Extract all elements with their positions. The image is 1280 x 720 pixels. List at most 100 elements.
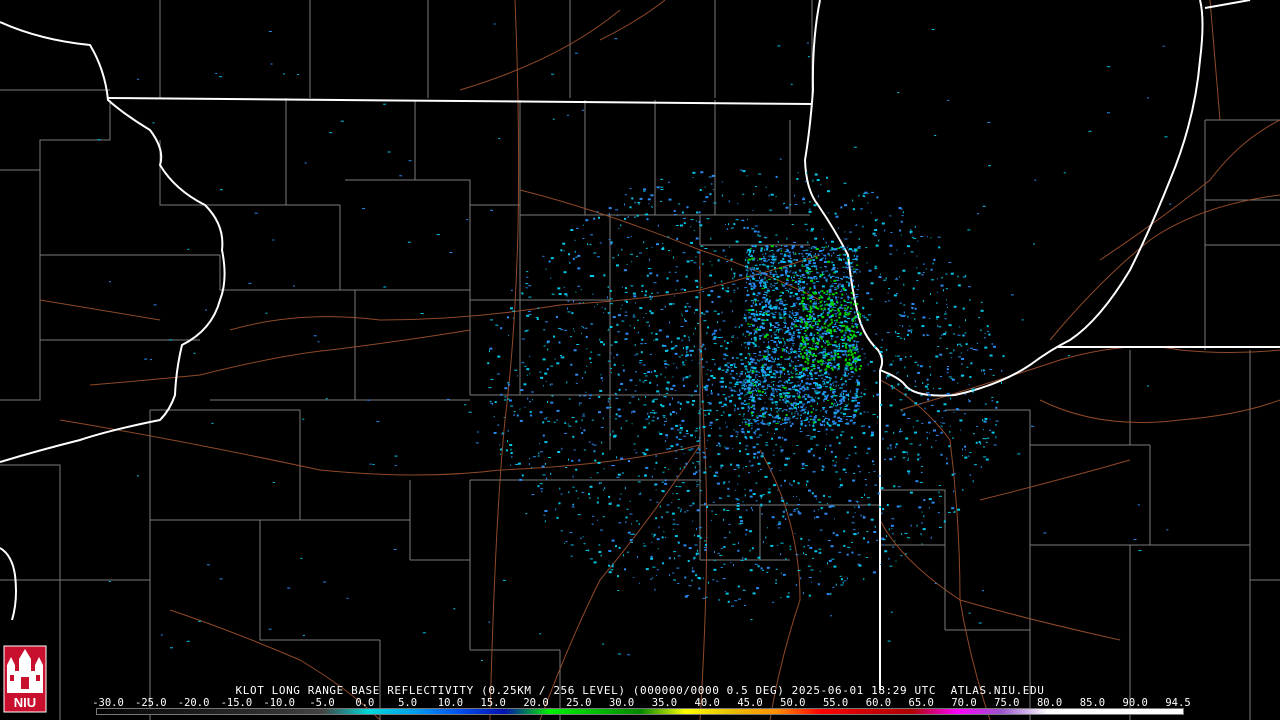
echo-pixel xyxy=(582,536,584,538)
echo-pixel xyxy=(849,265,851,267)
echo-pixel xyxy=(683,453,685,455)
echo-pixel xyxy=(735,240,739,243)
echo-pixel xyxy=(776,410,778,413)
echo-pixel xyxy=(798,269,802,271)
echo-pixel xyxy=(813,317,816,320)
echo-pixel xyxy=(728,524,731,525)
echo-pixel xyxy=(832,306,836,308)
echo-pixel xyxy=(566,114,569,116)
echo-pixel xyxy=(855,381,857,383)
echo-pixel xyxy=(773,326,776,329)
echo-pixel xyxy=(570,544,574,546)
echo-pixel xyxy=(822,465,825,468)
echo-pixel xyxy=(936,316,940,318)
echo-pixel xyxy=(621,286,623,288)
echo-pixel xyxy=(962,448,964,451)
echo-pixel xyxy=(741,371,744,373)
echo-pixel xyxy=(805,322,808,325)
echo-pixel xyxy=(504,387,508,390)
echo-pixel xyxy=(570,363,573,366)
echo-pixel xyxy=(794,204,798,205)
echo-pixel xyxy=(880,346,883,348)
echo-pixel xyxy=(768,194,770,197)
echo-pixel xyxy=(684,595,688,598)
echo-pixel xyxy=(805,383,808,385)
echo-pixel xyxy=(818,386,822,389)
echo-pixel xyxy=(957,508,961,511)
echo-pixel xyxy=(591,419,594,421)
echo-pixel xyxy=(636,556,638,559)
echo-pixel xyxy=(926,437,928,440)
echo-pixel xyxy=(775,582,777,584)
echo-pixel xyxy=(717,313,720,315)
echo-pixel xyxy=(800,422,802,425)
echo-pixel xyxy=(1147,385,1150,387)
echo-pixel xyxy=(675,266,678,268)
echo-pixel xyxy=(789,407,792,410)
echo-pixel xyxy=(568,458,569,461)
echo-pixel xyxy=(778,381,780,383)
echo-pixel xyxy=(778,409,780,412)
echo-pixel xyxy=(732,277,734,280)
echo-pixel xyxy=(617,314,621,317)
echo-pixel xyxy=(607,330,609,332)
echo-pixel xyxy=(700,490,702,492)
echo-pixel xyxy=(664,420,668,422)
echo-pixel xyxy=(713,310,717,312)
echo-pixel xyxy=(802,373,805,375)
echo-pixel xyxy=(746,278,750,280)
echo-pixel xyxy=(755,370,758,373)
echo-pixel xyxy=(876,393,880,396)
echo-pixel xyxy=(689,349,693,352)
echo-pixel xyxy=(603,489,604,491)
echo-pixel xyxy=(992,345,996,348)
echo-pixel xyxy=(764,373,767,375)
echo-pixel xyxy=(777,413,779,416)
echo-pixel xyxy=(838,276,840,279)
echo-pixel xyxy=(889,244,893,247)
echo-pixel xyxy=(774,258,777,261)
echo-pixel xyxy=(964,332,967,334)
echo-pixel xyxy=(893,294,897,297)
echo-pixel xyxy=(520,389,524,392)
echo-pixel xyxy=(577,285,581,287)
echo-pixel xyxy=(752,325,755,327)
echo-pixel xyxy=(756,273,760,275)
echo-pixel xyxy=(764,276,766,278)
echo-pixel xyxy=(854,452,857,454)
echo-pixel xyxy=(674,352,678,355)
echo-pixel xyxy=(806,255,808,258)
echo-pixel xyxy=(813,423,815,425)
echo-pixel xyxy=(837,312,839,314)
echo-pixel xyxy=(782,261,785,263)
echo-pixel xyxy=(770,356,773,359)
echo-pixel xyxy=(758,281,762,284)
echo-pixel xyxy=(762,334,764,336)
echo-pixel xyxy=(302,634,305,636)
echo-pixel xyxy=(706,506,709,508)
echo-pixel xyxy=(812,319,815,322)
echo-pixel xyxy=(775,287,778,289)
echo-pixel xyxy=(668,271,671,273)
echo-pixel xyxy=(848,416,852,417)
echo-pixel xyxy=(833,399,835,400)
echo-pixel xyxy=(791,336,793,338)
echo-pixel xyxy=(813,287,816,289)
echo-pixel xyxy=(873,464,875,465)
echo-pixel xyxy=(906,333,909,336)
echo-pixel xyxy=(814,378,818,380)
echo-pixel xyxy=(678,486,682,488)
echo-pixel xyxy=(850,269,853,271)
echo-pixel xyxy=(913,237,917,239)
echo-pixel xyxy=(837,367,840,370)
echo-pixel xyxy=(885,424,889,427)
echo-pixel xyxy=(792,251,794,254)
echo-pixel xyxy=(539,411,543,414)
echo-pixel xyxy=(550,401,554,404)
echo-pixel xyxy=(633,577,635,578)
echo-pixel xyxy=(725,592,729,595)
echo-pixel xyxy=(616,264,619,267)
echo-pixel xyxy=(703,313,706,315)
echo-pixel xyxy=(810,230,814,232)
echo-pixel xyxy=(910,331,912,334)
